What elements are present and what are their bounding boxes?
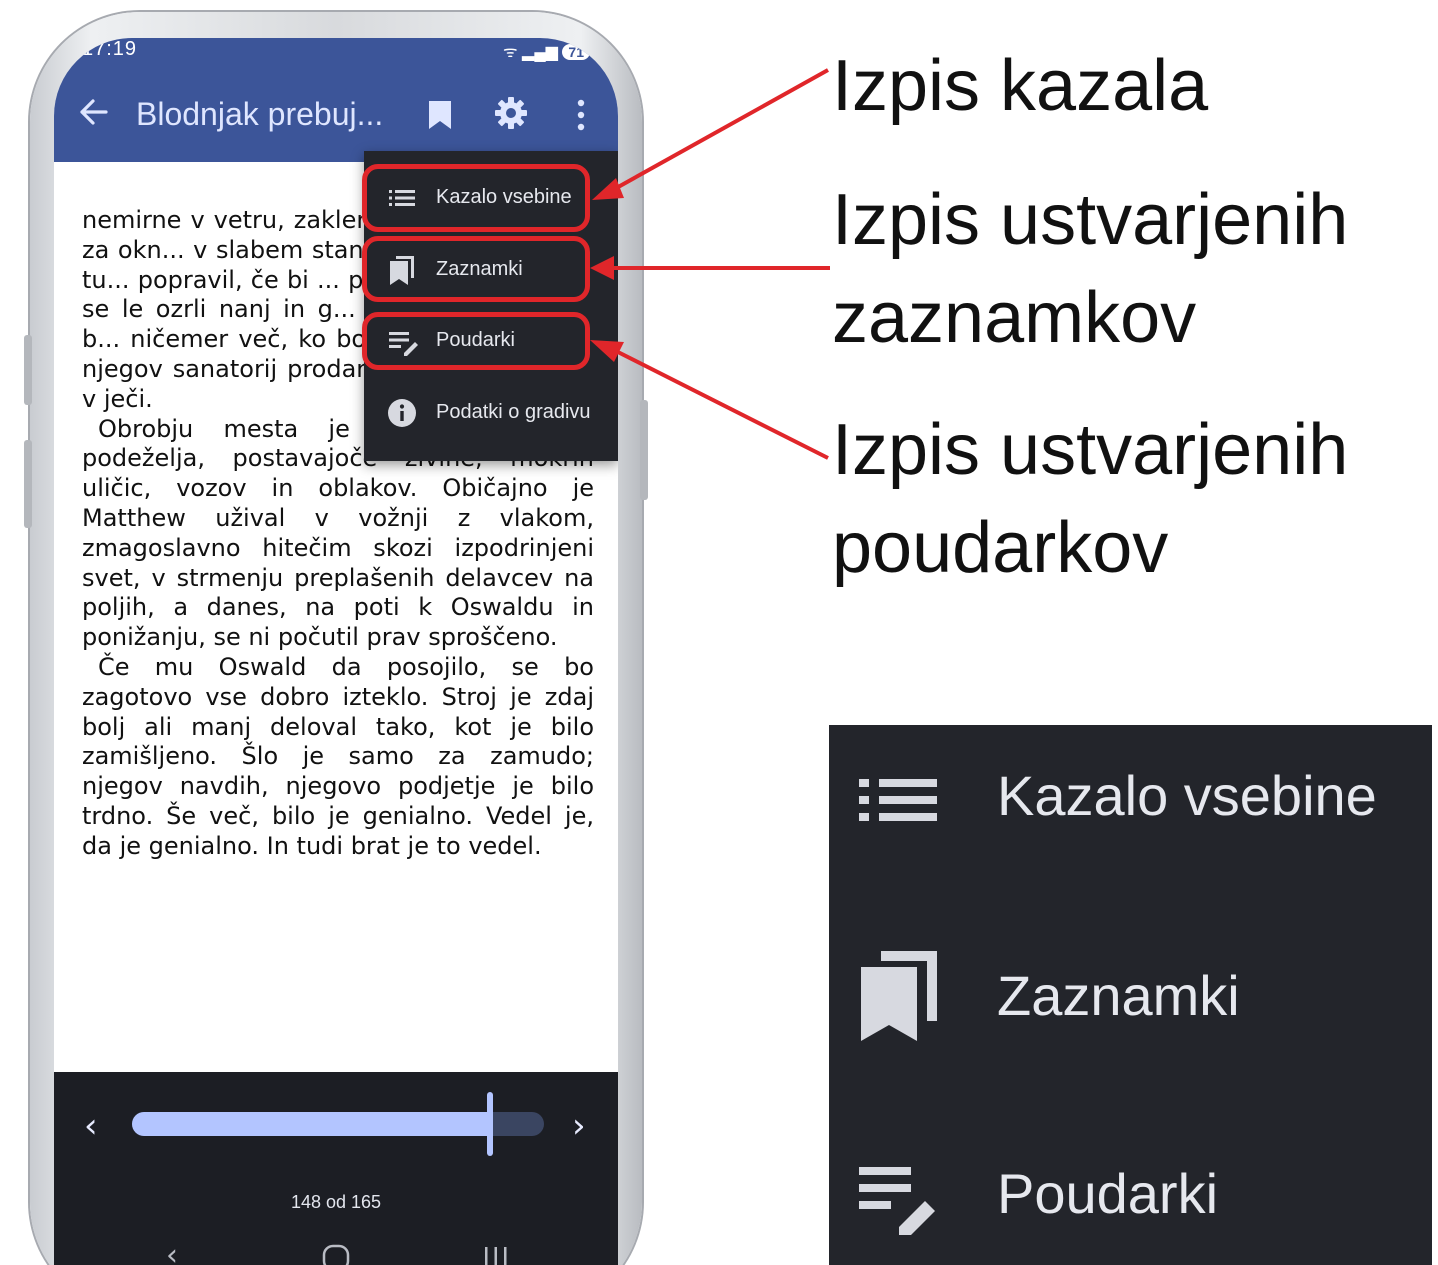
list-icon [859,779,937,821]
app-bar: Blodnjak prebuj... [54,68,618,162]
bookmark-icon[interactable] [428,100,452,130]
phone-power-button [640,400,648,500]
status-bar: 17:19 ᯤ ▂▄▆ 71 [54,38,618,68]
page-slider[interactable] [132,1092,544,1156]
phone-side-button [24,335,32,405]
zoom-item-bookmarks: Zaznamki [829,925,1432,1075]
nav-home-icon[interactable] [322,1244,350,1265]
highlight-box-highlights [362,312,590,370]
status-icons: ᯤ ▂▄▆ 71 [503,40,590,62]
menu-label: Podatki o gradivu [436,401,591,423]
page-slider-fill [132,1112,490,1136]
gear-icon[interactable] [494,96,528,130]
page-indicator: 148 od 165 [290,1192,382,1212]
bookmarks-icon [861,951,937,1041]
reader-paragraph: Če mu Oswald da posojilo, se bo zagotovo… [82,652,594,860]
back-arrow-icon[interactable] [78,90,110,134]
highlight-box-table-of-contents [362,164,590,232]
signal-icon: ▂▄▆ [522,44,558,61]
annotation-toc: Izpis kazala [832,46,1209,126]
zoom-item-table-of-contents: Kazalo vsebine [829,725,1432,875]
annotation-highlights-line2: poudarkov [832,508,1169,588]
zoom-label: Poudarki [997,1162,1219,1225]
phone-volume-button [24,440,32,528]
zoom-label: Kazalo vsebine [997,764,1377,827]
battery-indicator: 71 [562,44,590,60]
menu-zoom-panel: Kazalo vsebine Zaznamki Poudarki [829,725,1432,1265]
annotation-highlights-line1: Izpis ustvarjenih [832,410,1349,490]
annotation-bookmarks-line2: zaznamkov [832,278,1197,358]
zoom-label: Zaznamki [997,964,1240,1027]
zoom-item-highlights: Poudarki [829,1125,1432,1265]
app-title: Blodnjak prebuj... [136,96,384,132]
nav-recents-icon[interactable] [484,1244,508,1265]
more-vert-icon[interactable] [574,98,588,132]
wifi-icon: ᯤ [502,44,518,61]
highlight-box-bookmarks [362,236,590,302]
annotation-bookmarks-line1: Izpis ustvarjenih [832,180,1349,260]
next-page-icon[interactable]: › [572,1106,586,1146]
reader-bottom-bar: ‹ › 148 od 165 ‹ [54,1072,618,1265]
status-time: 17:19 [82,38,138,60]
info-icon [388,399,416,427]
previous-page-icon[interactable]: ‹ [84,1106,98,1146]
page-slider-thumb[interactable] [487,1092,493,1156]
menu-item-material-info[interactable]: Podatki o gradivu [364,383,618,443]
highlight-icon [859,1167,935,1235]
system-nav-bar: ‹ [54,1224,618,1265]
nav-back-icon[interactable]: ‹ [166,1238,178,1265]
